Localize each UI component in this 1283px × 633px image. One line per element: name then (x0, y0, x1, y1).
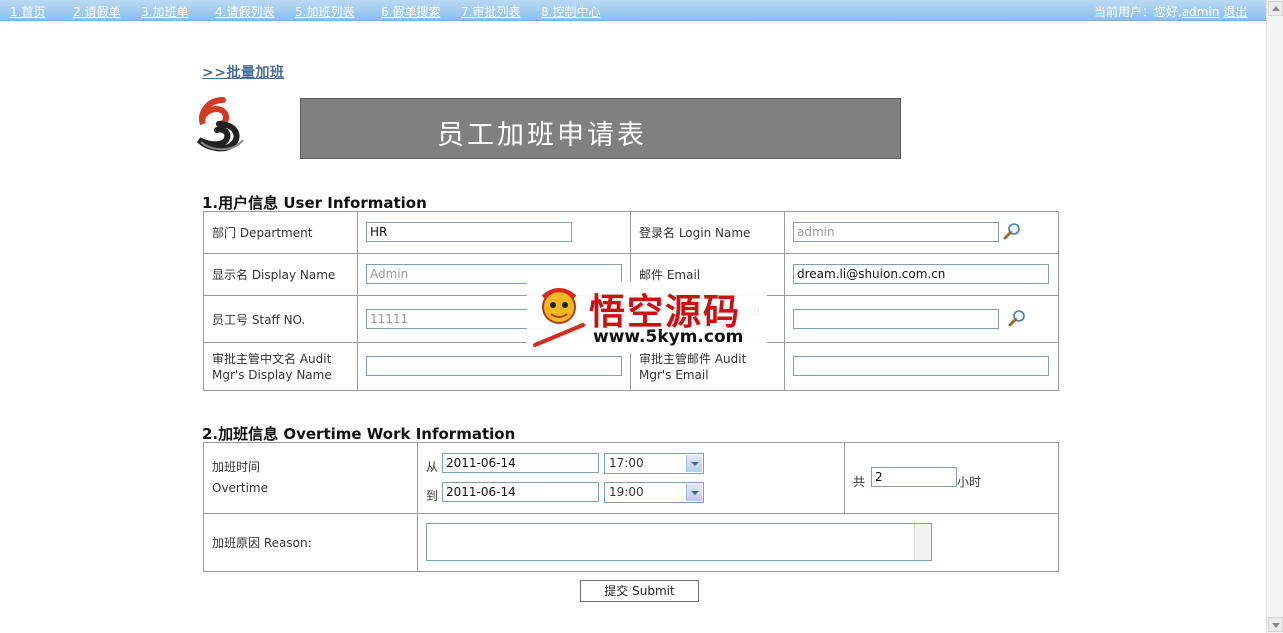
login-name-input[interactable]: admin (793, 222, 999, 242)
login-lookup-magnifier-icon[interactable] (1003, 222, 1021, 240)
textarea-scrollbar[interactable] (914, 524, 931, 560)
mgr-email-input[interactable] (793, 356, 1049, 376)
mgr-display-name-label: 审批主管中文名 Audit Mgr's Display Name (203, 342, 358, 391)
audit-lookup-magnifier-icon[interactable] (1008, 309, 1026, 327)
submit-button[interactable]: 提交 Submit (580, 580, 699, 602)
banner-title: 员工加班申请表 (437, 120, 647, 151)
to-time-select[interactable]: 19:00 (604, 482, 704, 503)
chevron-down-icon[interactable] (686, 484, 702, 501)
monkey-king-icon (533, 288, 585, 347)
logout-link[interactable]: 退出 (1223, 5, 1247, 19)
to-label: 到 (426, 489, 439, 503)
swirl-logo-icon (196, 97, 244, 152)
scroll-down-arrow-icon[interactable] (1268, 617, 1283, 632)
to-time-value: 19:00 (609, 485, 644, 499)
scroll-up-arrow-icon[interactable] (1268, 1, 1283, 16)
nav-item-control-center[interactable]: 8.控制中心 (541, 3, 600, 20)
nav-item-overtime-list[interactable]: 5.加班列表 (295, 3, 354, 20)
chevron-down-icon[interactable] (686, 455, 702, 472)
display-name-label: 显示名 Display Name (203, 253, 358, 296)
department-input[interactable]: HR (366, 222, 572, 242)
overtime-info-table: 加班时间 Overtime 从 2011-06-14 17:00 到 2011-… (203, 442, 1059, 572)
nav-item-leave-search[interactable]: 6.假单搜索 (381, 3, 440, 20)
nav-item-home[interactable]: 1.首页 (10, 3, 45, 20)
mgr-display-name-label-en: Mgr's Display Name (212, 367, 332, 382)
current-user-label: 当前用户：您好, (1094, 5, 1182, 19)
nav-item-leave-form[interactable]: 2.请假单 (73, 3, 120, 20)
department-label: 部门 Department (203, 211, 358, 254)
current-user: 当前用户：您好,admin 退出 (1094, 3, 1247, 20)
login-name-label: 登录名 Login Name (630, 211, 785, 254)
reason-label: 加班原因 Reason: (203, 513, 418, 572)
mgr-display-name-label-cn: 审批主管中文名 Audit (212, 351, 332, 366)
mgr-display-name-input[interactable] (366, 356, 622, 376)
form-banner: 员工加班申请表 (300, 98, 901, 159)
email-input[interactable]: dream.li@shuion.com.cn (793, 264, 1049, 284)
overtime-time-label-cn: 加班时间 (212, 460, 261, 474)
nav-item-approval-list[interactable]: 7.审批列表 (461, 3, 520, 20)
top-nav-bar: 1.首页 2.请假单 3.加班单 4.请假列表 5.加班列表 6.假单搜索 7.… (0, 0, 1266, 21)
mgr-email-label-cn: 审批主管邮件 Audit (639, 351, 747, 366)
staff-no-label: 员工号 Staff NO. (203, 295, 358, 343)
to-date-input[interactable]: 2011-06-14 (442, 482, 599, 502)
total-hours-input[interactable]: 2 (871, 467, 957, 487)
overtime-time-label: 加班时间 Overtime (203, 442, 418, 514)
watermark: 悟空源码 www.5kym.com (527, 281, 767, 353)
batch-overtime-link[interactable]: >>批量加班 (202, 62, 284, 82)
nav-item-leave-list[interactable]: 4.请假列表 (215, 3, 274, 20)
overtime-time-label-en: Overtime (212, 481, 268, 495)
from-label: 从 (426, 460, 439, 474)
nav-item-overtime-form[interactable]: 3.加班单 (141, 3, 188, 20)
from-time-value: 17:00 (609, 456, 644, 470)
user-info-title: 1.用户信息 User Information (202, 194, 427, 212)
from-time-select[interactable]: 17:00 (604, 453, 704, 474)
user-name-link[interactable]: admin (1182, 5, 1220, 19)
watermark-url: www.5kym.com (593, 327, 744, 347)
total-prefix: 共 (853, 475, 866, 489)
reason-textarea[interactable] (426, 523, 932, 561)
from-date-input[interactable]: 2011-06-14 (442, 453, 599, 473)
overtime-info-title: 2.加班信息 Overtime Work Information (202, 425, 516, 443)
page-scrollbar[interactable] (1266, 0, 1283, 633)
mgr-email-label-en: Mgr's Email (639, 367, 709, 382)
audit-lookup-input[interactable] (793, 309, 999, 329)
total-suffix: 小时 (957, 475, 982, 489)
